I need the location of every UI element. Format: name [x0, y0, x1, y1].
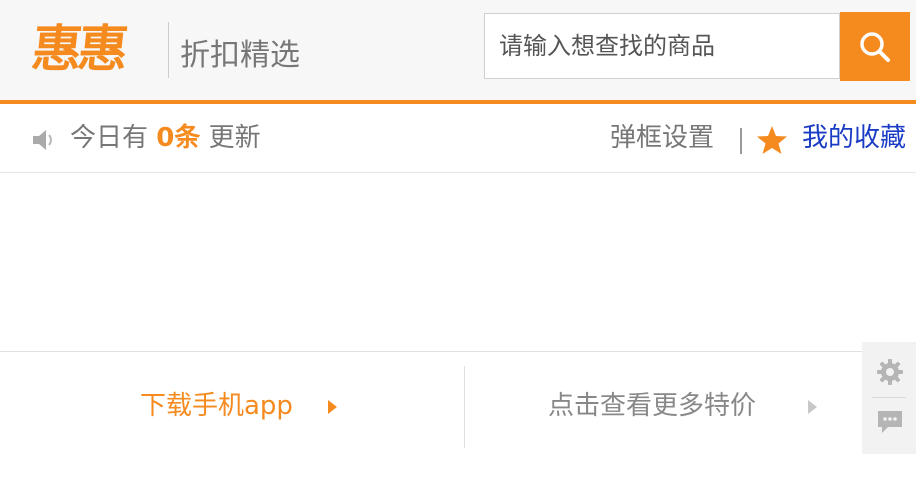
content-area	[0, 173, 916, 351]
settings-divider	[740, 128, 742, 154]
star-icon	[757, 126, 787, 154]
update-count: 0条	[156, 123, 201, 153]
tagline: 折扣精选	[180, 38, 300, 73]
side-toolbar	[862, 342, 916, 454]
search-input[interactable]	[485, 14, 839, 78]
arrow-right-icon	[808, 400, 817, 414]
speaker-icon	[33, 130, 52, 150]
footer-bar: 下载手机app 点击查看更多特价	[0, 351, 916, 455]
huihui-logo[interactable]: 惠惠	[29, 18, 128, 80]
gear-icon[interactable]	[876, 358, 904, 386]
search-box	[484, 13, 840, 79]
toolbar-separator	[872, 397, 906, 398]
more-deals-link[interactable]: 点击查看更多特价	[548, 386, 756, 426]
my-favorites-link[interactable]: 我的收藏	[802, 118, 906, 158]
notice-suffix: 更新	[208, 123, 261, 153]
arrow-right-icon	[328, 400, 337, 414]
update-notice: 今日有 0条 更新	[70, 118, 261, 158]
notice-prefix: 今日有	[70, 123, 149, 153]
download-app-link[interactable]: 下载手机app	[140, 386, 293, 426]
header-bar: 惠惠 折扣精选	[0, 0, 916, 104]
footer-divider	[464, 366, 465, 448]
popup-settings-link[interactable]: 弹框设置	[610, 118, 714, 158]
search-icon	[860, 31, 890, 62]
search-button[interactable]	[840, 12, 910, 81]
logo-divider	[168, 22, 169, 78]
chat-icon[interactable]	[876, 408, 904, 436]
info-bar: 今日有 0条 更新 弹框设置 我的收藏	[0, 104, 916, 173]
